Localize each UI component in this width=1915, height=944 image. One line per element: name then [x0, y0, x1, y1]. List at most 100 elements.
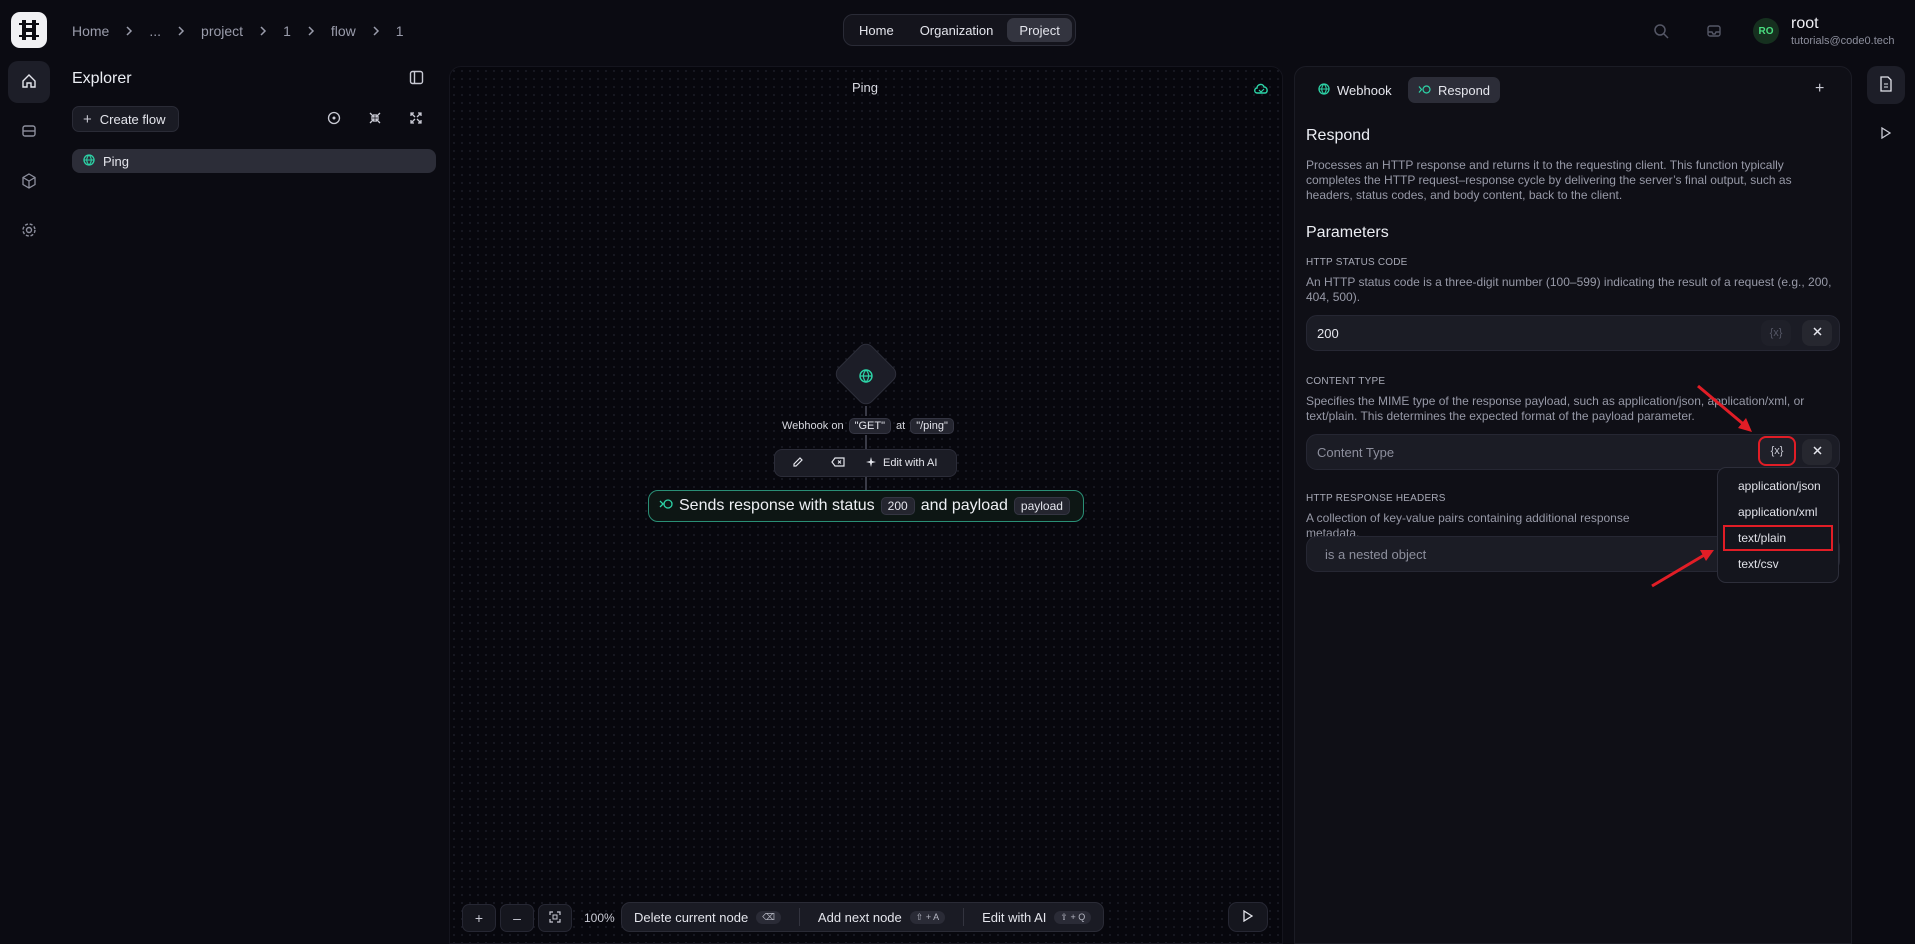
app-logo[interactable]: [11, 12, 47, 48]
trigger-text-at: at: [896, 420, 906, 432]
canvas-controls: + – 100%: [462, 903, 615, 933]
user-email: tutorials@code0.tech: [1791, 35, 1895, 47]
node-toolbar: Edit with AI: [774, 449, 957, 477]
chevron-right-icon: [161, 26, 201, 36]
chevron-right-icon: [356, 26, 396, 36]
webhook-globe-icon: [856, 366, 876, 386]
chevron-right-icon: [243, 26, 283, 36]
fit-view-icon: [549, 910, 561, 926]
divider: [798, 908, 800, 926]
zoom-out-button[interactable]: –: [500, 904, 534, 932]
headers-label: HTTP RESPONSE HEADERS: [1306, 493, 1446, 504]
run-flow-button[interactable]: [1228, 902, 1268, 932]
nav-organization[interactable]: Organization: [908, 18, 1006, 42]
zoom-level: 100%: [584, 911, 615, 925]
nav-home[interactable]: Home: [847, 18, 906, 42]
collapse-icon[interactable]: [368, 111, 382, 128]
status-code-label: HTTP STATUS CODE: [1306, 257, 1408, 268]
breadcrumb-flow-id[interactable]: 1: [396, 23, 404, 39]
breadcrumb-ellipsis[interactable]: ...: [149, 23, 161, 39]
cube-icon: [21, 172, 37, 192]
edit-with-ai-bottom-button[interactable]: Edit with AI ⇧ + Q: [982, 909, 1092, 925]
file-icon: [1879, 75, 1893, 95]
content-type-clear-button[interactable]: [1802, 439, 1832, 465]
option-application-xml[interactable]: application/xml: [1723, 499, 1833, 525]
parameters-title: Parameters: [1306, 224, 1389, 241]
delete-current-node-button[interactable]: Delete current node ⌫: [634, 910, 781, 925]
node-actions-bar: Delete current node ⌫ Add next node ⇧ + …: [621, 902, 1105, 932]
create-flow-button[interactable]: + Create flow: [72, 106, 179, 132]
content-type-dropdown: application/json application/xml text/pl…: [1717, 467, 1839, 583]
delete-label: Delete current node: [634, 909, 749, 925]
edit-with-ai-button[interactable]: Edit with AI: [865, 452, 937, 474]
edit-with-ai-label: Edit with AI: [883, 457, 938, 469]
add-next-node-button[interactable]: Add next node ⇧ + A: [818, 910, 946, 925]
explorer-item-label: Ping: [103, 153, 130, 169]
status-code-input[interactable]: 200: [1306, 315, 1840, 351]
status-code-description: An HTTP status code is a three-digit num…: [1306, 275, 1832, 304]
headers-value: is a nested object: [1325, 546, 1427, 562]
plus-icon: +: [83, 110, 92, 128]
nav-project[interactable]: Project: [1007, 18, 1072, 42]
add-tab-button[interactable]: +: [1815, 80, 1824, 98]
cloud-sync-icon[interactable]: [1253, 82, 1269, 97]
edit-node-button[interactable]: [783, 452, 813, 474]
rail-details[interactable]: [1867, 66, 1905, 104]
status-variable-button[interactable]: {x}: [1761, 320, 1791, 346]
edit-ai-shortcut: ⇧ + Q: [1054, 910, 1092, 924]
close-icon: [1812, 446, 1822, 458]
status-code-value: 200: [1317, 325, 1339, 341]
tab-respond-label: Respond: [1438, 82, 1491, 98]
rail-run[interactable]: [1867, 115, 1905, 153]
edit-ai-label: Edit with AI: [982, 909, 1047, 925]
content-type-variable-button[interactable]: {x}: [1758, 436, 1796, 466]
option-text-plain[interactable]: text/plain: [1723, 525, 1833, 551]
webhook-globe-icon: [83, 153, 95, 169]
explorer-item-ping[interactable]: Ping: [72, 149, 436, 173]
breadcrumb-home[interactable]: Home: [72, 23, 109, 39]
divider: [963, 908, 965, 926]
content-type-placeholder: Content Type: [1317, 444, 1395, 460]
panel-title: Respond: [1306, 127, 1371, 144]
delete-shortcut: ⌫: [756, 910, 781, 924]
breadcrumb: Home ... project 1 flow 1: [72, 21, 404, 41]
fit-view-button[interactable]: [538, 904, 572, 932]
gear-icon: [21, 222, 37, 241]
delete-node-button[interactable]: [823, 452, 853, 474]
rail-settings[interactable]: [8, 210, 50, 252]
breadcrumb-project-id[interactable]: 1: [283, 23, 291, 39]
trigger-text: Webhook on: [782, 420, 844, 432]
status-chip: 200: [880, 497, 915, 515]
add-shortcut: ⇧ + A: [909, 910, 946, 924]
option-text-csv[interactable]: text/csv: [1723, 551, 1833, 577]
content-type-description: Specifies the MIME type of the response …: [1306, 394, 1805, 423]
tab-webhook[interactable]: Webhook: [1308, 77, 1402, 103]
connector-line: [865, 435, 867, 449]
inbox-icon[interactable]: [1704, 21, 1724, 41]
connector-line: [865, 406, 867, 416]
status-clear-button[interactable]: [1802, 320, 1832, 346]
respond-node-text-and: and payload: [920, 497, 1008, 514]
top-navigation: Home Organization Project: [843, 14, 1076, 46]
breadcrumb-project[interactable]: project: [201, 23, 243, 39]
option-application-json[interactable]: application/json: [1723, 473, 1833, 499]
rail-storage[interactable]: [8, 111, 50, 153]
path-chip: "/ping": [910, 418, 954, 434]
sparkle-icon: [865, 456, 877, 471]
rail-modules[interactable]: [8, 161, 50, 203]
respond-node[interactable]: Sends response with status 200 and paylo…: [648, 490, 1084, 522]
avatar[interactable]: RO: [1753, 18, 1779, 44]
create-flow-label: Create flow: [99, 111, 166, 127]
target-icon[interactable]: [327, 111, 341, 128]
sidebar-toggle-icon[interactable]: [409, 70, 424, 88]
rail-home[interactable]: [8, 61, 50, 103]
content-type-label: CONTENT TYPE: [1306, 376, 1386, 387]
home-icon: [21, 73, 37, 92]
play-icon: [1881, 126, 1892, 142]
tab-respond[interactable]: Respond: [1408, 77, 1501, 103]
search-icon[interactable]: [1651, 21, 1671, 41]
expand-icon[interactable]: [409, 111, 423, 128]
breadcrumb-flow[interactable]: flow: [331, 23, 356, 39]
zoom-in-button[interactable]: +: [462, 904, 496, 932]
play-icon: [1243, 909, 1254, 925]
